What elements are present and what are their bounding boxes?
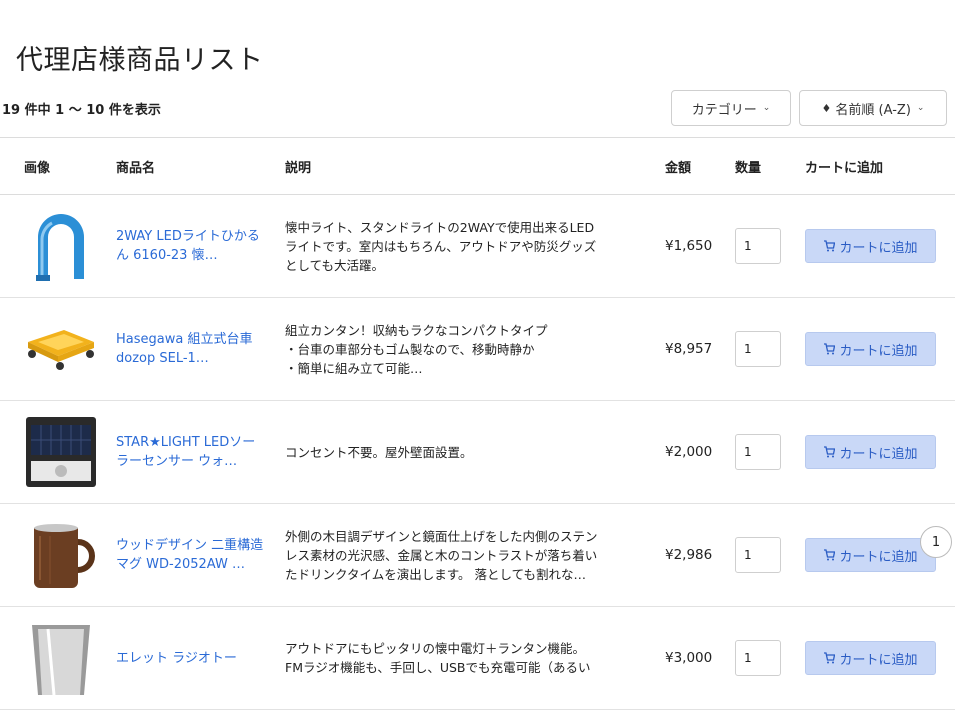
chevron-down-icon: ⌄ <box>762 103 771 113</box>
table-row: Hasegawa 組立式台車dozop SEL-1… 組立カンタン！収納もラクな… <box>0 297 955 401</box>
product-description: アウトドアにもピッタリの懐中電灯＋ランタン機能。 FMラジオ機能も、手回し、US… <box>285 641 591 675</box>
sort-label: 名前順 (A-Z) <box>835 102 911 118</box>
cart-icon <box>824 652 836 664</box>
solar-sensor-light-icon[interactable] <box>24 415 98 489</box>
product-price: ¥2,986 <box>665 547 713 563</box>
wooden-mug-icon[interactable] <box>24 518 98 592</box>
add-to-cart-button[interactable]: カートに追加 <box>805 641 936 675</box>
header-image: 画像 <box>0 137 116 195</box>
product-name-link[interactable]: エレット ラジオトー <box>116 649 268 668</box>
cart-dolly-icon[interactable] <box>24 312 98 386</box>
cart-icon <box>824 240 836 252</box>
result-count: 19 件中 1 ～ 10 件を表示 <box>2 103 161 118</box>
header-quantity: 数量 <box>735 137 805 195</box>
add-to-cart-label: カートに追加 <box>839 549 918 565</box>
cart-icon <box>824 343 836 355</box>
product-description: 懐中ライト、スタンドライトの2WAYで使用出来るLED ライトです。室内はもちろ… <box>285 219 597 273</box>
add-to-cart-label: カートに追加 <box>839 343 918 359</box>
product-image-cell <box>0 194 116 298</box>
product-image-cell <box>0 400 116 504</box>
table-row: 2WAY LEDライトひかるん 6160-23 懐… 懐中ライト、スタンドライト… <box>0 194 955 298</box>
product-name-link[interactable]: 2WAY LEDライトひかるん 6160-23 懐… <box>116 227 268 265</box>
quantity-input[interactable] <box>735 228 781 264</box>
product-table-container: 画像 商品名 説明 金額 数量 カートに追加 2WAY LEDライトひかるん 6… <box>0 137 960 710</box>
product-price: ¥1,650 <box>665 238 713 254</box>
cart-count-badge[interactable]: 1 <box>920 526 952 558</box>
product-image-cell <box>0 606 116 710</box>
add-to-cart-button[interactable]: カートに追加 <box>805 538 936 572</box>
product-description: 外側の木目調デザインと鏡面仕上げをした内側のステン レス素材の光沢感、金属と木の… <box>285 528 598 582</box>
table-row: ウッドデザイン 二重構造マグ WD-2052AW … 外側の木目調デザインと鏡面… <box>0 503 955 607</box>
led-light-icon[interactable] <box>24 209 98 283</box>
product-image-cell <box>0 503 116 607</box>
category-filter-label: カテゴリー <box>691 102 757 118</box>
product-image-cell <box>0 297 116 401</box>
sort-button[interactable]: ♦ 名前順 (A-Z) ⌄ <box>799 90 947 126</box>
product-name-link[interactable]: ウッドデザイン 二重構造マグ WD-2052AW … <box>116 536 268 574</box>
add-to-cart-label: カートに追加 <box>839 652 918 668</box>
quantity-input[interactable] <box>735 640 781 676</box>
cart-icon <box>824 446 836 458</box>
quantity-input[interactable] <box>735 537 781 573</box>
header-name: 商品名 <box>116 137 285 195</box>
add-to-cart-label: カートに追加 <box>839 240 918 256</box>
product-table: 画像 商品名 説明 金額 数量 カートに追加 2WAY LEDライトひかるん 6… <box>0 137 955 710</box>
header-price: 金額 <box>665 137 735 195</box>
add-to-cart-button[interactable]: カートに追加 <box>805 229 936 263</box>
page-title: 代理店様商品リスト <box>16 45 264 76</box>
product-price: ¥2,000 <box>665 444 713 460</box>
table-row: エレット ラジオトー アウトドアにもピッタリの懐中電灯＋ランタン機能。 FMラジ… <box>0 606 955 710</box>
sort-icon: ♦ <box>821 101 832 115</box>
product-price: ¥3,000 <box>665 650 713 666</box>
product-price: ¥8,957 <box>665 341 713 357</box>
radio-lantern-icon[interactable] <box>24 621 98 695</box>
product-description: 組立カンタン！収納もラクなコンパクトタイプ ・台車の車部分もゴム製なので、移動時… <box>285 322 548 376</box>
product-description: コンセント不要。屋外壁面設置。 <box>285 444 473 460</box>
header-add-to-cart: カートに追加 <box>805 137 955 195</box>
header-description: 説明 <box>285 137 665 195</box>
add-to-cart-label: カートに追加 <box>839 446 918 462</box>
table-row: STAR★LIGHT LEDソーラーセンサー ウォ… コンセント不要。屋外壁面設… <box>0 400 955 504</box>
chevron-down-icon: ⌄ <box>916 103 925 113</box>
add-to-cart-button[interactable]: カートに追加 <box>805 332 936 366</box>
quantity-input[interactable] <box>735 331 781 367</box>
product-name-link[interactable]: STAR★LIGHT LEDソーラーセンサー ウォ… <box>116 433 268 471</box>
quantity-input[interactable] <box>735 434 781 470</box>
table-header-row: 画像 商品名 説明 金額 数量 カートに追加 <box>0 137 955 195</box>
add-to-cart-button[interactable]: カートに追加 <box>805 435 936 469</box>
product-name-link[interactable]: Hasegawa 組立式台車dozop SEL-1… <box>116 330 268 368</box>
cart-icon <box>824 549 836 561</box>
category-filter-button[interactable]: カテゴリー ⌄ <box>671 90 791 126</box>
